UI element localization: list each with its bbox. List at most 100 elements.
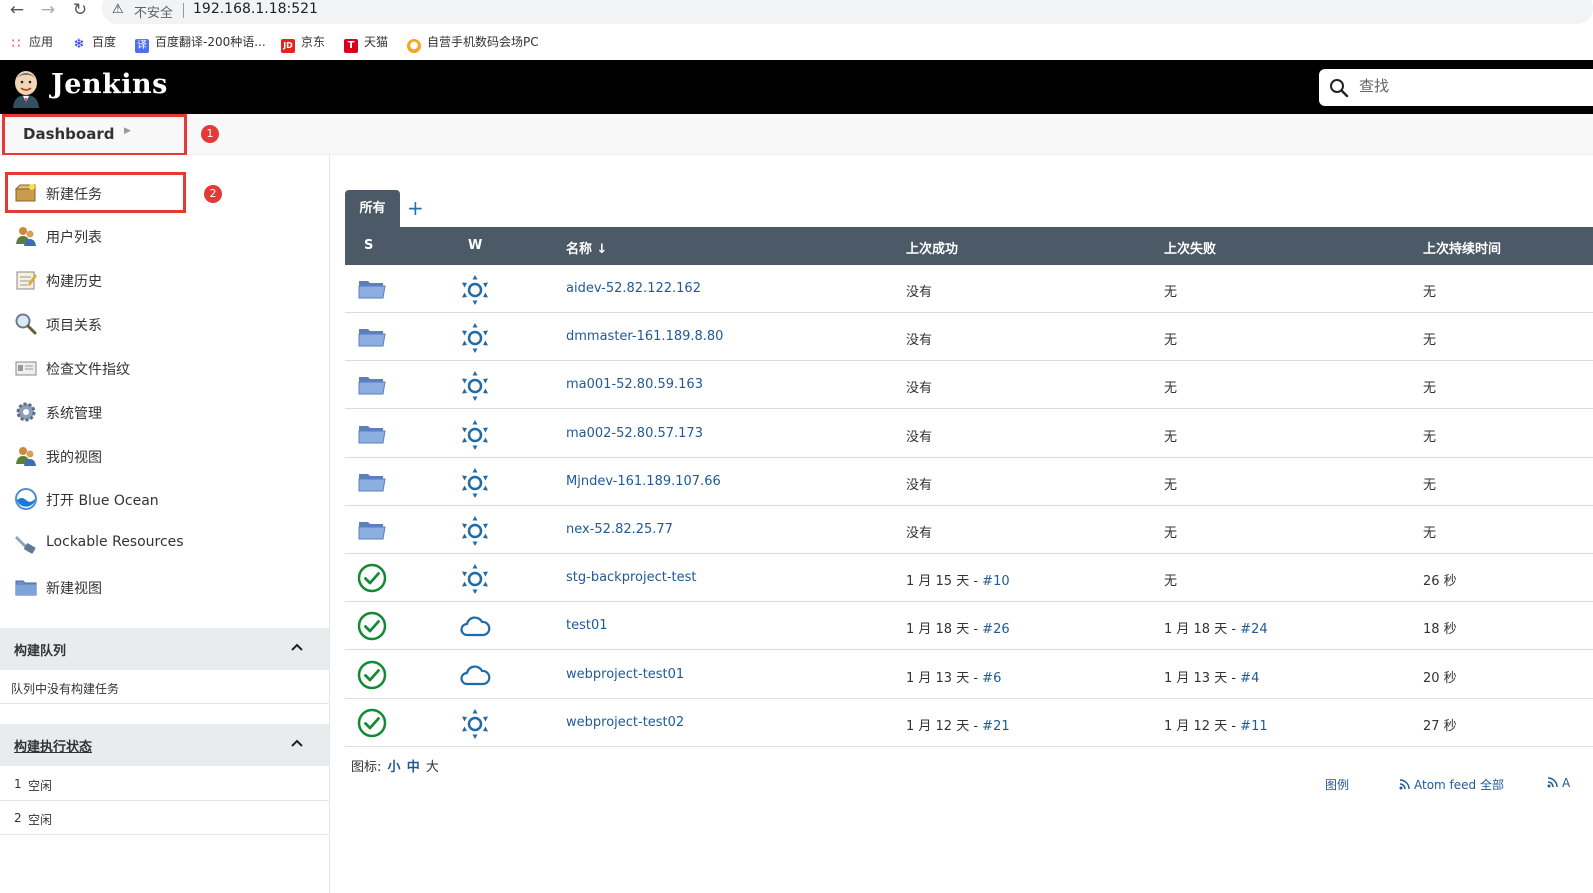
success-check-icon xyxy=(357,612,387,641)
last-duration-cell: 20 秒 xyxy=(1423,670,1457,686)
forward-arrow-icon[interactable]: → xyxy=(37,0,59,22)
last-failure-text: 无 xyxy=(1164,477,1178,493)
executor-number: 2 xyxy=(14,811,22,825)
executor-status-header[interactable]: 构建执行状态 xyxy=(0,724,329,766)
url-text[interactable]: 192.168.1.18:521 xyxy=(193,1,318,17)
job-name-link[interactable]: nex-52.82.25.77 xyxy=(566,522,673,537)
security-status: 不安全 xyxy=(134,6,174,21)
last-failure-cell: 无 xyxy=(1164,281,1177,300)
last-success-text: 没有 xyxy=(906,285,933,300)
last-failure-text: 无 xyxy=(1164,381,1178,397)
search-input[interactable] xyxy=(1359,77,1579,95)
bookmark-baidu-translate[interactable]: 译百度翻译-200种语... xyxy=(135,33,266,53)
job-name-link[interactable]: webproject-test02 xyxy=(566,715,684,730)
last-success-build-link[interactable]: #21 xyxy=(982,719,1009,734)
bookmark-label: 百度翻译-200种语... xyxy=(155,35,266,49)
search-box[interactable] xyxy=(1319,69,1593,106)
last-duration-cell: 无 xyxy=(1423,526,1437,541)
sidebar-item-label: 打开 Blue Ocean xyxy=(46,493,159,509)
last-success-cell: 1 月 13 天 - #6 xyxy=(906,667,1001,686)
last-failure-cell: 无 xyxy=(1164,474,1177,493)
table-row: dmmaster-161.189.8.80 没有 无 无 xyxy=(345,313,1593,362)
last-success-cell: 没有 xyxy=(906,426,932,445)
icon-size-medium[interactable]: 中 xyxy=(407,760,420,775)
chevron-up-icon[interactable] xyxy=(289,639,305,655)
last-failure-build-link[interactable]: #11 xyxy=(1240,719,1267,734)
job-name-link[interactable]: ma002-52.80.57.173 xyxy=(566,426,703,441)
last-success-build-link[interactable]: #26 xyxy=(982,622,1009,637)
bookmark-tmall[interactable]: T 天猫 xyxy=(344,33,388,53)
job-name-link[interactable]: Mjndev-161.189.107.66 xyxy=(566,474,721,489)
weather-sunny-icon xyxy=(462,516,488,546)
table-row: Mjndev-161.189.107.66 没有 无 无 xyxy=(345,458,1593,506)
warning-triangle-icon[interactable]: ⚠ xyxy=(112,2,124,17)
weather-sunny-icon xyxy=(462,275,488,305)
icon-size-small[interactable]: 小 xyxy=(388,760,401,775)
last-success-cell: 没有 xyxy=(906,377,932,396)
column-name[interactable]: 名称 ↓ xyxy=(566,238,607,257)
job-name-link[interactable]: stg-backproject-test xyxy=(566,570,696,585)
fingerprint-icon xyxy=(15,361,37,376)
folder-icon xyxy=(358,281,386,299)
bookmark-apps[interactable]: ∷ 应用 xyxy=(9,33,53,51)
last-failure-text: 无 xyxy=(1164,526,1178,541)
weather-sunny-icon xyxy=(462,371,488,402)
atom-feed-all-link[interactable]: Atom feed 全部 xyxy=(1399,776,1504,793)
build-queue-header[interactable]: 构建队列 xyxy=(0,628,329,670)
column-last-duration[interactable]: 上次持续时间 xyxy=(1423,238,1501,257)
executor-status-title[interactable]: 构建执行状态 xyxy=(14,736,92,755)
back-arrow-icon[interactable]: ← xyxy=(6,0,28,22)
annotation-badge-1: 1 xyxy=(201,125,219,143)
tab-all[interactable]: 所有 xyxy=(345,190,400,227)
jenkins-title[interactable]: Jenkins xyxy=(51,69,168,100)
job-name-link[interactable]: webproject-test01 xyxy=(566,667,684,682)
bookmark-baidu[interactable]: ❄ 百度 xyxy=(72,33,116,52)
column-last-failure[interactable]: 上次失败 xyxy=(1164,238,1216,257)
column-status[interactable]: S xyxy=(364,238,373,253)
last-duration-cell: 27 秒 xyxy=(1423,718,1457,734)
weather-cloudy-icon xyxy=(460,616,491,637)
job-name-link[interactable]: ma001-52.80.59.163 xyxy=(566,377,703,392)
url-divider xyxy=(183,3,184,18)
lock-resource-icon xyxy=(15,536,36,554)
last-failure-text: 无 xyxy=(1164,333,1178,349)
column-last-success[interactable]: 上次成功 xyxy=(906,238,958,257)
last-duration-cell: 无 xyxy=(1423,381,1437,397)
sidebar-item-label: 新建视图 xyxy=(46,581,102,597)
notepad-icon xyxy=(16,271,37,290)
build-queue-title: 构建队列 xyxy=(14,644,67,659)
user-view-icon xyxy=(16,447,36,466)
legend-link[interactable]: 图例 xyxy=(1325,776,1349,793)
last-success-build-link[interactable]: #6 xyxy=(982,671,1001,686)
folder-icon xyxy=(358,329,386,347)
last-failure-build-link[interactable]: #4 xyxy=(1240,671,1259,686)
jenkins-butler-icon[interactable] xyxy=(10,68,42,108)
job-name-link[interactable]: aidev-52.82.122.162 xyxy=(566,281,701,296)
chevron-up-icon[interactable] xyxy=(289,735,305,751)
reload-icon[interactable]: ↻ xyxy=(69,0,91,22)
bookmark-shop[interactable]: ● 自营手机数码会场PC xyxy=(407,33,539,53)
bookmark-label: 自营手机数码会场PC xyxy=(427,35,539,49)
last-success-text: 没有 xyxy=(906,477,933,493)
jenkins-header: Jenkins xyxy=(0,60,1593,114)
last-success-text: 1 月 18 天 - xyxy=(906,622,983,638)
executor-row: 2 空闲 xyxy=(0,801,329,835)
job-name-link[interactable]: dmmaster-161.189.8.80 xyxy=(566,329,723,344)
last-failure-cell: 无 xyxy=(1164,570,1177,589)
success-check-icon xyxy=(357,708,387,738)
column-weather[interactable]: W xyxy=(468,238,482,253)
baidu-paw-icon: ❄ xyxy=(73,37,85,52)
last-failure-text: 无 xyxy=(1164,429,1178,445)
folder-icon xyxy=(358,473,386,492)
last-failure-build-link[interactable]: #24 xyxy=(1240,622,1267,637)
job-name-link[interactable]: test01 xyxy=(566,618,608,633)
last-success-build-link[interactable]: #10 xyxy=(982,574,1009,589)
table-row: ma001-52.80.59.163 没有 无 无 xyxy=(345,361,1593,410)
folder-icon xyxy=(358,522,386,540)
atom-feed-more-link[interactable]: A xyxy=(1547,776,1570,790)
bookmark-jd[interactable]: JD 京东 xyxy=(281,33,325,53)
address-bar[interactable] xyxy=(102,0,1593,24)
icon-size-selector: 图标: 小 中 大 xyxy=(351,756,439,775)
add-view-tab[interactable]: + xyxy=(407,196,424,220)
last-success-cell: 1 月 15 天 - #10 xyxy=(906,570,1010,589)
